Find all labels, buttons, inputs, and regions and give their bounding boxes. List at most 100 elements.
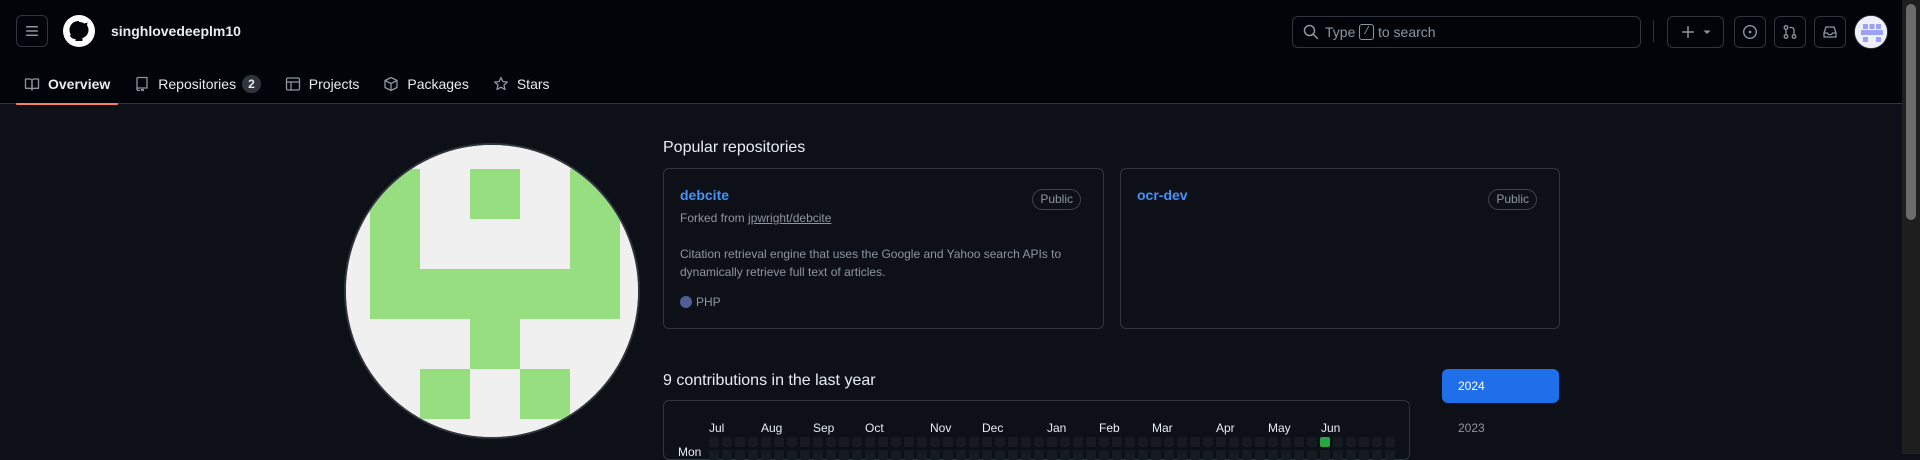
contribution-cell[interactable] [969,450,979,460]
contribution-cell[interactable] [1229,450,1239,460]
contribution-cell[interactable] [969,437,979,447]
contribution-cell[interactable] [1177,450,1187,460]
search-input[interactable]: Type / to search [1292,16,1641,48]
contribution-cell[interactable] [1320,437,1330,447]
contribution-cell[interactable] [839,437,849,447]
contribution-cell[interactable] [891,450,901,460]
tab-repositories[interactable]: Repositories 2 [126,64,269,104]
contribution-cell[interactable] [722,437,732,447]
contribution-cell[interactable] [1047,450,1057,460]
contribution-cell[interactable] [1229,437,1239,447]
contribution-cell[interactable] [930,437,940,447]
contribution-cell[interactable] [839,450,849,460]
contribution-cell[interactable] [1086,450,1096,460]
scrollbar-thumb[interactable] [1906,4,1916,220]
contribution-cell[interactable] [982,450,992,460]
contribution-cell[interactable] [774,450,784,460]
contribution-cell[interactable] [1307,450,1317,460]
contribution-cell[interactable] [1060,450,1070,460]
contribution-cell[interactable] [1164,437,1174,447]
contribution-cell[interactable] [1151,450,1161,460]
contribution-cell[interactable] [1086,437,1096,447]
contribution-cell[interactable] [1190,437,1200,447]
repo-link[interactable]: debcite [680,187,729,203]
contribution-cell[interactable] [982,437,992,447]
contribution-cell[interactable] [800,437,810,447]
contribution-cell[interactable] [1073,450,1083,460]
contribution-cell[interactable] [995,437,1005,447]
contribution-cell[interactable] [1112,437,1122,447]
contribution-cell[interactable] [1346,437,1356,447]
contribution-cell[interactable] [1242,437,1252,447]
page-scrollbar[interactable] [1902,0,1920,454]
year-button-2023[interactable]: 2023 [1458,421,1485,435]
contribution-cell[interactable] [722,450,732,460]
contribution-cell[interactable] [1385,437,1395,447]
contribution-cell[interactable] [1216,450,1226,460]
forked-source-link[interactable]: jpwright/debcite [748,211,831,225]
contribution-cell[interactable] [813,437,823,447]
github-logo-icon[interactable] [63,15,95,47]
tab-packages[interactable]: Packages [375,64,476,104]
profile-username[interactable]: singhlovedeeplm10 [111,23,241,39]
contribution-cell[interactable] [943,437,953,447]
contribution-cell[interactable] [1021,437,1031,447]
contribution-cell[interactable] [1359,450,1369,460]
contribution-cell[interactable] [1268,450,1278,460]
contribution-cell[interactable] [1047,437,1057,447]
contribution-cell[interactable] [917,437,927,447]
contribution-cell[interactable] [748,437,758,447]
contribution-cell[interactable] [891,437,901,447]
contribution-cell[interactable] [943,450,953,460]
contribution-cell[interactable] [1294,450,1304,460]
repo-link[interactable]: ocr-dev [1137,187,1188,203]
tab-overview[interactable]: Overview [16,64,119,105]
contribution-cell[interactable] [956,437,966,447]
contribution-cell[interactable] [1203,437,1213,447]
contribution-cell[interactable] [1216,437,1226,447]
user-avatar[interactable] [1854,15,1888,49]
contribution-cell[interactable] [826,450,836,460]
contribution-cell[interactable] [1255,437,1265,447]
contribution-cell[interactable] [761,450,771,460]
contribution-cell[interactable] [1268,437,1278,447]
contribution-cell[interactable] [878,437,888,447]
contribution-cell[interactable] [1138,437,1148,447]
issues-button[interactable] [1734,16,1766,48]
contribution-cell[interactable] [1294,437,1304,447]
contribution-cell[interactable] [1125,437,1135,447]
contribution-cell[interactable] [761,437,771,447]
contribution-cell[interactable] [1073,437,1083,447]
contribution-cell[interactable] [1255,450,1265,460]
contribution-cell[interactable] [1138,450,1148,460]
contribution-cell[interactable] [826,437,836,447]
contribution-cell[interactable] [865,450,875,460]
menu-button[interactable] [16,15,48,47]
tab-projects[interactable]: Projects [277,64,368,104]
contribution-cell[interactable] [709,437,719,447]
contribution-cell[interactable] [1177,437,1187,447]
contribution-cell[interactable] [1190,450,1200,460]
contribution-cell[interactable] [1281,437,1291,447]
contribution-cell[interactable] [904,437,914,447]
contribution-cell[interactable] [1281,450,1291,460]
contribution-cell[interactable] [1203,450,1213,460]
year-button-2024[interactable]: 2024 [1442,369,1559,403]
contribution-cell[interactable] [956,450,966,460]
contribution-cell[interactable] [878,450,888,460]
contribution-cell[interactable] [1034,450,1044,460]
contribution-cell[interactable] [852,437,862,447]
contribution-cell[interactable] [865,437,875,447]
contribution-cell[interactable] [735,437,745,447]
contribution-cell[interactable] [917,450,927,460]
contribution-cell[interactable] [1099,437,1109,447]
contribution-cell[interactable] [1320,450,1330,460]
contribution-cell[interactable] [1008,450,1018,460]
contribution-cell[interactable] [1099,450,1109,460]
contribution-cell[interactable] [1359,437,1369,447]
contribution-cell[interactable] [1333,437,1343,447]
contribution-cell[interactable] [930,450,940,460]
contribution-cell[interactable] [1164,450,1174,460]
contribution-cell[interactable] [787,450,797,460]
inbox-button[interactable] [1814,16,1846,48]
